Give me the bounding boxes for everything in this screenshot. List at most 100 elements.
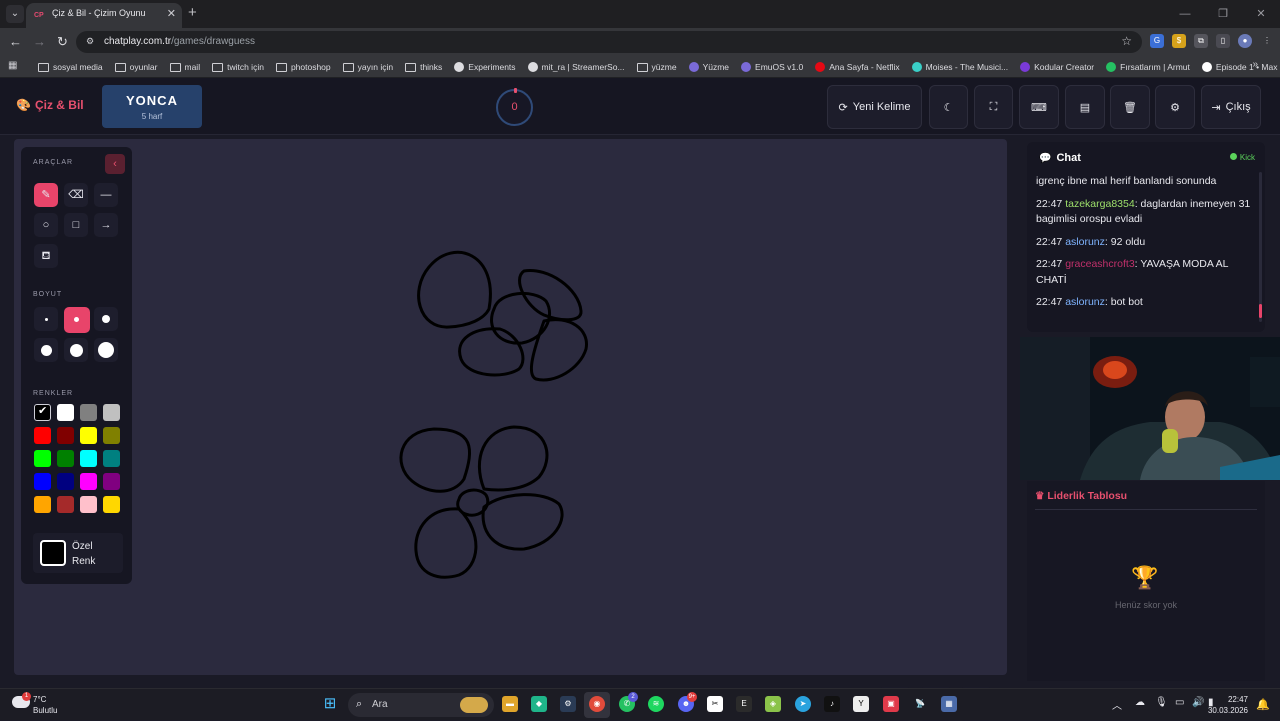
bookmark-item[interactable]: oyunlar [114,62,158,72]
color-swatch[interactable] [34,496,51,513]
app-logo[interactable]: 🎨 Çiz & Bil [16,98,84,112]
wallet-extension-icon[interactable]: $ [1172,34,1186,48]
drawing-canvas[interactable]: ↺ ↻ 🗑 [14,139,1007,721]
bluestacks-icon[interactable]: ◈ [765,696,781,712]
color-swatch[interactable] [103,450,120,467]
new-tab-plus-icon[interactable]: + [188,4,197,21]
notification-bell-icon[interactable]: 🔔 [1256,698,1270,711]
chrome-icon[interactable]: ◉ [589,696,605,712]
profile-avatar-icon[interactable]: ● [1238,34,1252,48]
capcut-icon[interactable]: ✂ [707,696,723,712]
color-swatch[interactable] [57,404,74,421]
bookmark-item[interactable]: Fırsatlarım | Armut [1106,62,1190,72]
size-5-button[interactable] [64,338,88,362]
fullscreen-button[interactable]: ⛶ [974,85,1013,129]
clear-all-button[interactable]: 🗑 [1110,85,1150,129]
address-bar[interactable]: ⚙ chatplay.com.tr/games/drawguess ☆ [76,31,1142,53]
apps-grid-icon[interactable]: ▦ [8,60,20,72]
tab-close-icon[interactable]: ✕ [167,7,176,20]
back-arrow-icon[interactable]: ← [9,34,22,49]
translate-extension-icon[interactable]: G [1150,34,1164,48]
fill-tool[interactable]: ⛾ [34,244,58,268]
bookmark-item[interactable]: mail [169,62,200,72]
system-clock[interactable]: 22:47 30.03.2026 [1208,694,1248,716]
color-swatch[interactable] [103,473,120,490]
color-swatch[interactable] [57,496,74,513]
yandex-icon[interactable]: Y [853,696,869,712]
archive-button[interactable]: ▤ [1065,85,1105,129]
line-tool[interactable]: — [94,183,118,207]
arrow-tool[interactable]: → [94,213,118,237]
chat-username[interactable]: graceashcroft3 [1065,258,1134,270]
bookmark-item[interactable]: twitch için [212,62,264,72]
browser-tab-active[interactable]: CP Çiz & Bil - Çizim Oyunu ✕ [26,3,182,28]
rectangle-tool[interactable]: □ [64,213,88,237]
url-text[interactable]: chatplay.com.tr/games/drawguess [104,36,255,47]
cloud-sync-icon[interactable]: ☁ [1135,697,1145,708]
tray-chevron-up-icon[interactable]: ︿ [1112,697,1122,712]
bookmark-item[interactable]: Ana Sayfa - Netflix [815,62,900,72]
bookmark-item[interactable]: Experiments [454,62,516,72]
bookmark-item[interactable]: yüzme [636,62,677,72]
site-info-icon[interactable]: ⚙ [86,36,98,48]
close-window-icon[interactable]: ✕ [1242,0,1280,28]
bookmark-star-icon[interactable]: ☆ [1121,34,1132,48]
calculator-icon[interactable]: ▦ [941,696,957,712]
settings-button[interactable]: ⚙ [1155,85,1195,129]
bookmark-item[interactable]: EmuOS v1.0 [741,62,803,72]
reload-icon[interactable]: ↻ [57,34,68,50]
sidebar-panel-icon[interactable]: ▯ [1216,34,1230,48]
windows-start-icon[interactable]: ⊞ [322,696,338,712]
browser-menu-icon[interactable]: ⋮ [1260,34,1274,48]
chat-scrollbar-track[interactable] [1259,172,1262,322]
eraser-tool[interactable]: ⌫ [64,183,88,207]
size-4-button[interactable] [34,338,58,362]
chat-username[interactable]: aslorunz [1065,296,1105,308]
size-6-button[interactable] [94,338,118,362]
color-swatch[interactable] [103,427,120,444]
bookmark-item[interactable]: photoshop [275,62,331,72]
bookmark-item[interactable]: Kodular Creator [1020,62,1094,72]
color-swatch[interactable] [57,427,74,444]
keyboard-button[interactable]: ⌨ [1019,85,1059,129]
forward-arrow-icon[interactable]: → [33,34,46,49]
color-swatch[interactable] [80,496,97,513]
tab-search-chevron-icon[interactable]: ⌄ [6,5,24,23]
circle-tool[interactable]: ○ [34,213,58,237]
color-swatch[interactable] [103,496,120,513]
color-swatch[interactable] [57,450,74,467]
size-1-button[interactable] [34,307,58,331]
color-swatch[interactable] [80,404,97,421]
bookmark-item[interactable]: sosyal media [38,62,103,72]
tiktok-icon[interactable]: ♪ [824,696,840,712]
bookmark-item[interactable]: Episode 1 • Max [1201,62,1277,72]
brush-tool[interactable]: ✎ [34,183,58,207]
color-swatch[interactable] [80,450,97,467]
chat-username[interactable]: aslorunz [1065,236,1105,248]
size-3-button[interactable] [94,307,118,331]
bookmark-item[interactable]: Moises - The Musici... [911,62,1008,72]
extensions-puzzle-icon[interactable]: ⧉ [1194,34,1208,48]
network-icon[interactable]: ▭ [1175,697,1184,708]
file-explorer-icon[interactable]: ▬ [502,696,518,712]
color-swatch[interactable] [57,473,74,490]
color-swatch[interactable] [80,427,97,444]
steam-icon[interactable]: ⚙ [560,696,576,712]
color-swatch[interactable] [34,427,51,444]
volume-icon[interactable]: 🔊 [1192,697,1204,708]
color-swatch[interactable] [34,473,51,490]
size-2-button[interactable] [64,307,90,333]
custom-color-button[interactable]: Özel Renk [33,533,123,573]
bookmark-item[interactable]: yayın için [342,62,393,72]
epic-games-icon[interactable]: E [736,696,752,712]
restore-icon[interactable]: ❐ [1204,0,1242,28]
exit-button[interactable]: ⇥ Çıkış [1201,85,1261,129]
color-swatch[interactable]: ✔ [34,404,51,421]
chat-messages[interactable]: igrenç ibne mal herif banlandi sonunda 22… [1036,174,1256,318]
spotify-icon[interactable]: ≋ [648,696,664,712]
microphone-icon[interactable]: 🎙 [1155,697,1168,708]
chat-username[interactable]: tazekarga8354 [1065,198,1134,210]
broadcast-icon[interactable]: 📡 [912,696,928,712]
color-swatch[interactable] [80,473,97,490]
chat-scrollbar-thumb[interactable] [1259,304,1262,318]
